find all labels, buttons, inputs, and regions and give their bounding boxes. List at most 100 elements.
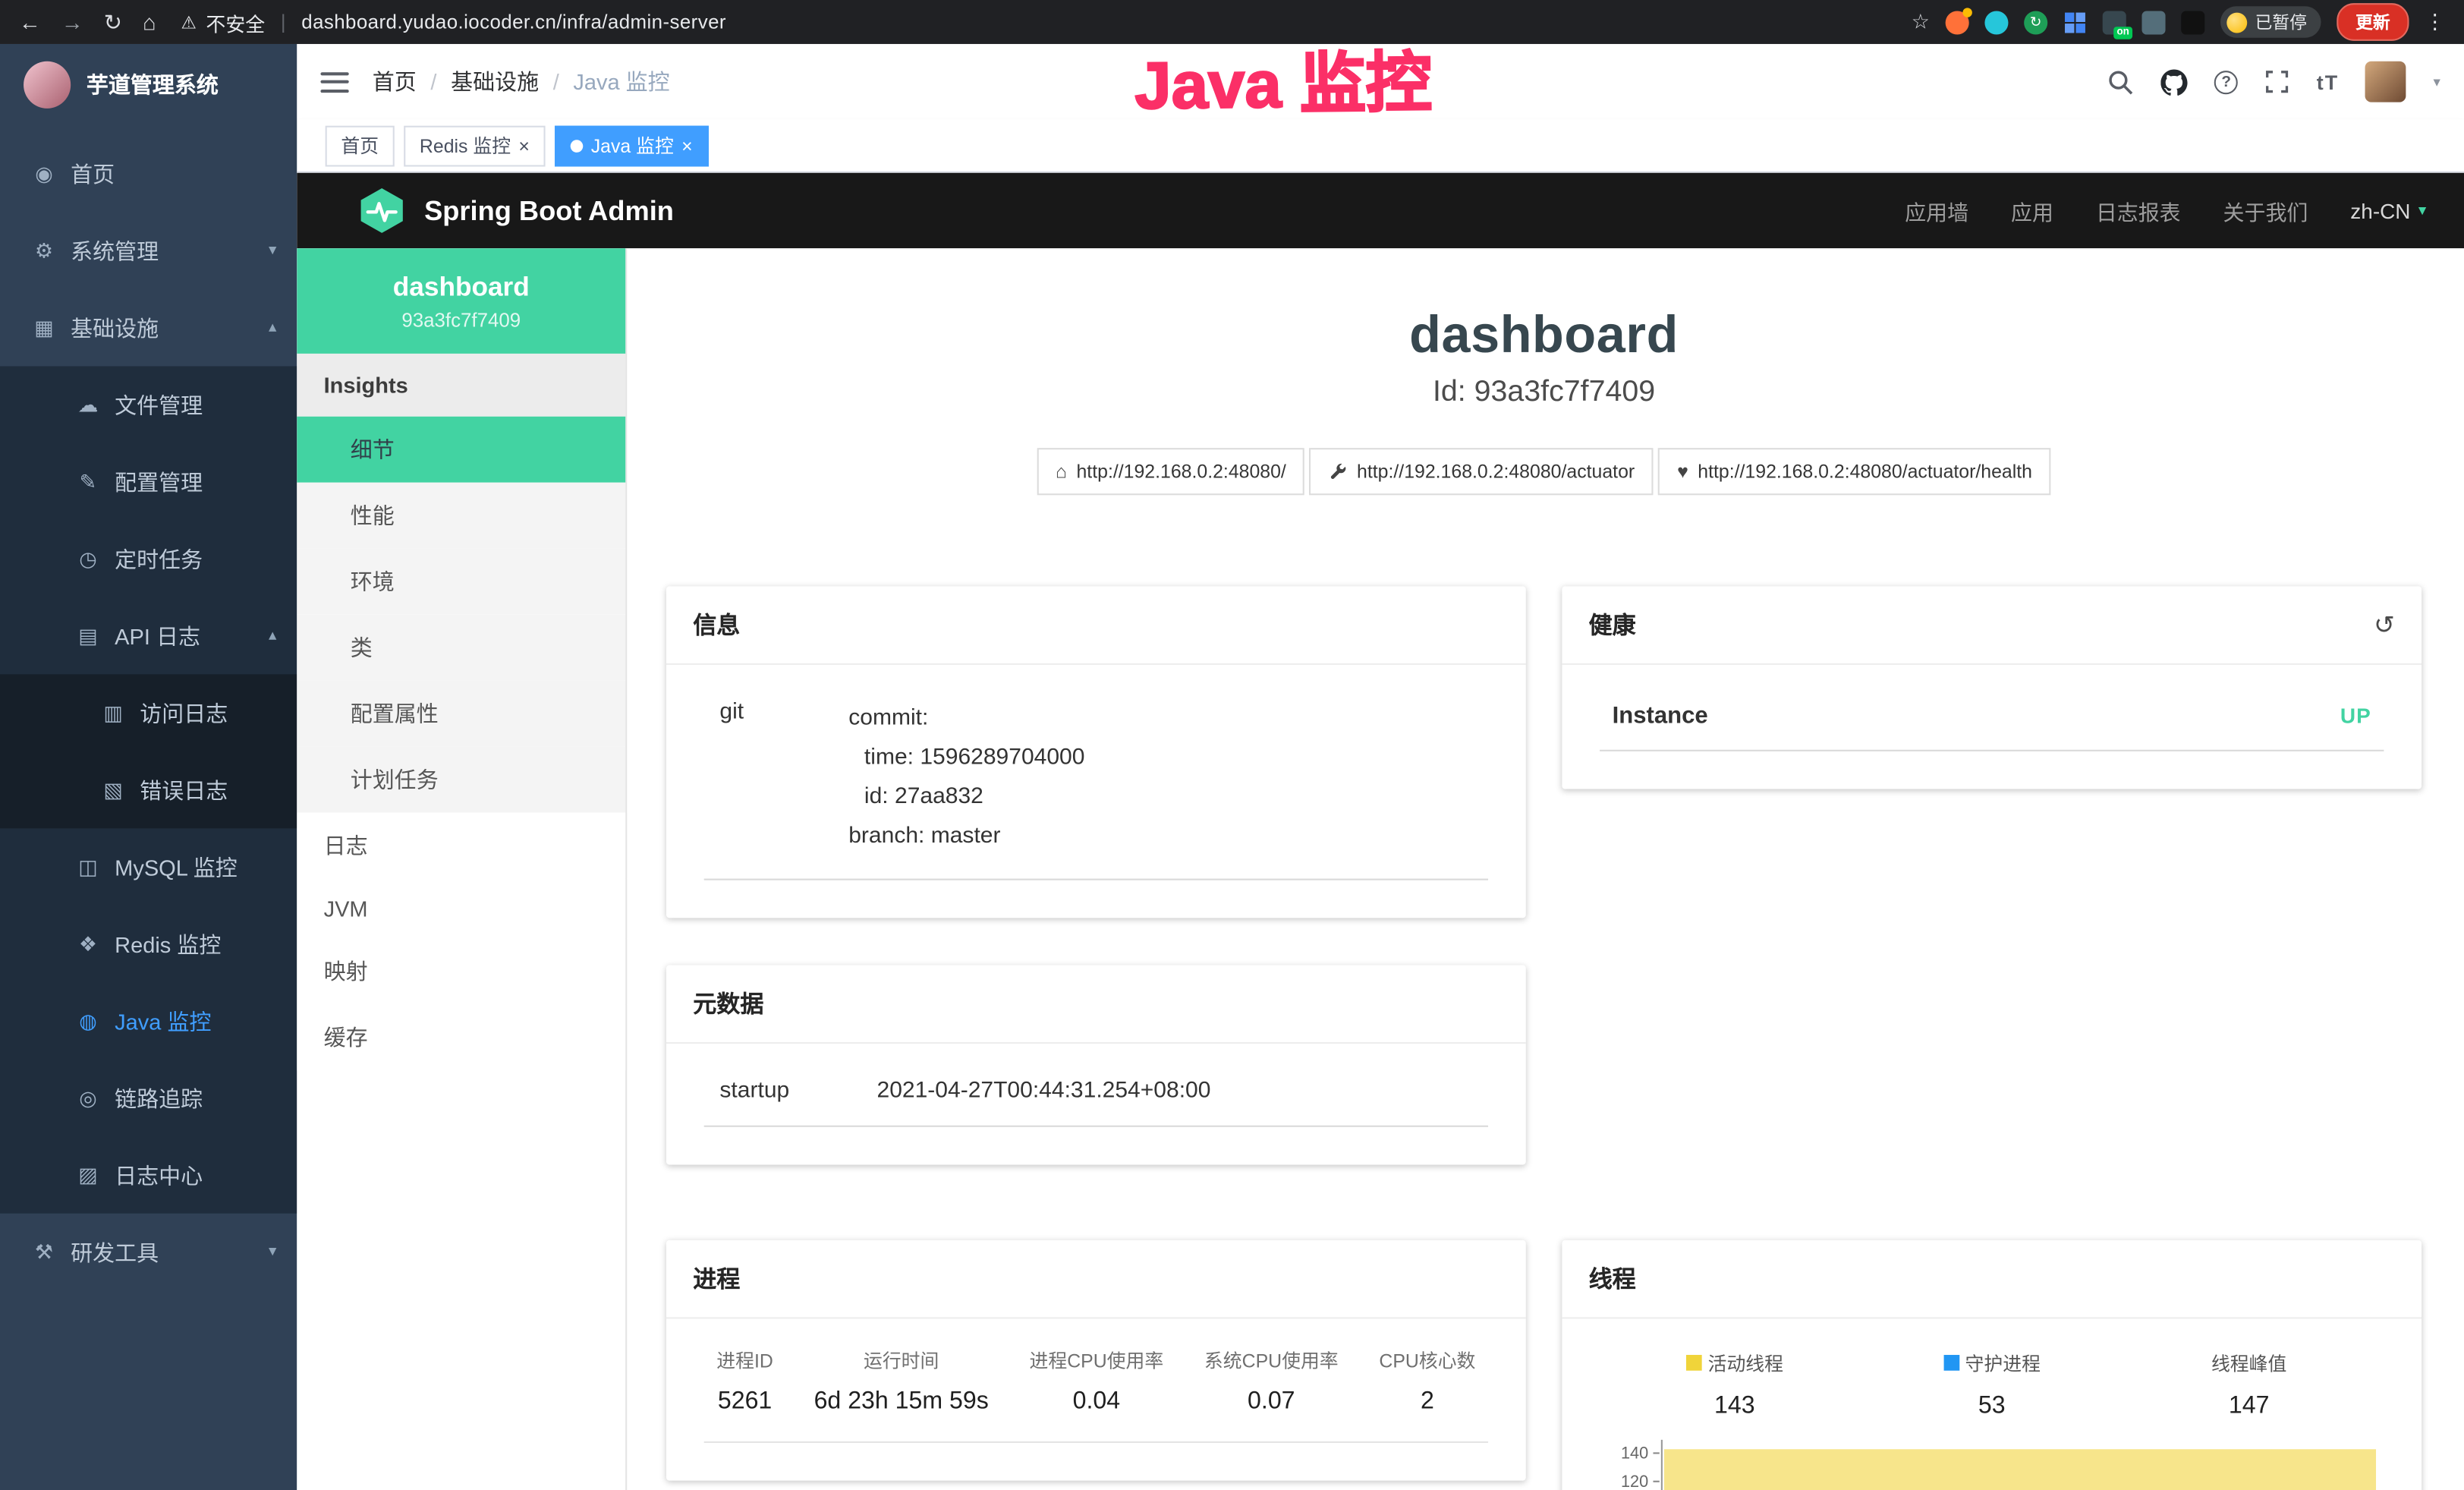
sba-logo-icon bbox=[357, 185, 407, 235]
legend-label: 守护进程 bbox=[1965, 1350, 2041, 1376]
leaf-extension-icon[interactable] bbox=[2141, 10, 2165, 33]
legend-value: 147 bbox=[2120, 1392, 2377, 1420]
proxy-extension-icon[interactable]: on bbox=[2103, 10, 2126, 33]
profile-paused-badge[interactable]: 已暂停 bbox=[2220, 6, 2321, 37]
sba-main: dashboard Id: 93a3fc7f7409 ⌂ http://192.… bbox=[627, 248, 2464, 1490]
active-tab-dot bbox=[571, 139, 584, 152]
breadcrumb-infrastructure[interactable]: 基础设施 bbox=[451, 66, 539, 97]
puzzle-extension-icon[interactable] bbox=[2181, 10, 2204, 33]
gear-icon: ⚙ bbox=[31, 238, 56, 263]
actuator-url-button[interactable]: http://192.168.0.2:48080/actuator bbox=[1310, 448, 1654, 495]
security-warning-icon: ⚠ bbox=[181, 12, 197, 33]
paused-label: 已暂停 bbox=[2255, 9, 2307, 34]
reload-icon[interactable]: ↻ bbox=[104, 8, 122, 35]
sidebar-item-home[interactable]: ◉ 首页 bbox=[0, 135, 297, 212]
stat-system-cpu: 系统CPU使用率 0.07 bbox=[1204, 1347, 1339, 1416]
sidebar-item-config-management[interactable]: ✎ 配置管理 bbox=[0, 443, 297, 520]
info-card: 信息 git commit: time: 1596289704000 id: 2… bbox=[666, 586, 1526, 917]
sba-app-id: 93a3fc7f7409 bbox=[310, 310, 613, 332]
sba-item-caches[interactable]: 缓存 bbox=[297, 1004, 625, 1070]
stat-value: 5261 bbox=[716, 1388, 773, 1416]
chrome-update-button[interactable]: 更新 bbox=[2337, 3, 2409, 41]
sba-nav-journal[interactable]: 日志报表 bbox=[2096, 195, 2181, 226]
sidebar-item-dev-tools[interactable]: ⚒ 研发工具 ▾ bbox=[0, 1214, 297, 1290]
sidebar-item-api-logs[interactable]: ▤ API 日志 ▴ bbox=[0, 597, 297, 674]
tab-redis-monitor[interactable]: Redis 监控 × bbox=[404, 125, 545, 166]
sba-nav-about[interactable]: 关于我们 bbox=[2223, 195, 2308, 226]
sidebar-item-scheduled-jobs[interactable]: ◷ 定时任务 bbox=[0, 520, 297, 597]
grid-extension-icon[interactable] bbox=[2063, 10, 2087, 33]
fullscreen-icon[interactable] bbox=[2264, 69, 2289, 94]
sba-sidebar: dashboard 93a3fc7f7409 Insights 细节 性能 环境… bbox=[297, 248, 627, 1490]
locale-label: zh-CN bbox=[2350, 199, 2410, 222]
health-card: 健康 ↺ Instance UP bbox=[1562, 586, 2422, 789]
sba-item-mappings[interactable]: 映射 bbox=[297, 938, 625, 1004]
sba-item-config-props[interactable]: 配置属性 bbox=[297, 681, 625, 747]
health-instance-row[interactable]: Instance UP bbox=[1600, 690, 2384, 751]
sidebar-item-java-monitor[interactable]: ◍ Java 监控 bbox=[0, 982, 297, 1059]
drop-extension-icon[interactable] bbox=[1984, 10, 2008, 33]
user-avatar[interactable] bbox=[2366, 61, 2407, 102]
api-logs-submenu: ▥ 访问日志 ▧ 错误日志 bbox=[0, 674, 297, 828]
threads-card-header: 线程 bbox=[1562, 1240, 2422, 1318]
live-threads-area bbox=[1664, 1449, 2376, 1490]
sidebar-item-log-center[interactable]: ▨ 日志中心 bbox=[0, 1136, 297, 1213]
sba-insights-group-label[interactable]: Insights bbox=[297, 354, 625, 417]
close-tab-icon[interactable]: × bbox=[518, 136, 530, 155]
sidebar-item-system-management[interactable]: ⚙ 系统管理 ▾ bbox=[0, 213, 297, 289]
cloud-icon: ☁ bbox=[75, 392, 100, 417]
tab-label: 首页 bbox=[341, 132, 379, 159]
tab-home[interactable]: 首页 bbox=[326, 125, 395, 166]
breadcrumb-home[interactable]: 首页 bbox=[373, 66, 417, 97]
browser-menu-icon[interactable]: ⋮ bbox=[2425, 9, 2445, 34]
tab-java-monitor[interactable]: Java 监控 × bbox=[555, 125, 708, 166]
sba-item-scheduled-tasks[interactable]: 计划任务 bbox=[297, 747, 625, 813]
git-info-row: git commit: time: 1596289704000 id: 27aa… bbox=[704, 690, 1488, 880]
sidebar-item-infrastructure[interactable]: ▦ 基础设施 ▴ bbox=[0, 289, 297, 366]
info-card-header: 信息 bbox=[666, 586, 1526, 665]
sidebar-item-error-logs[interactable]: ▧ 错误日志 bbox=[0, 751, 297, 828]
locale-selector[interactable]: zh-CN ▾ bbox=[2350, 199, 2426, 222]
search-icon[interactable] bbox=[2107, 68, 2134, 95]
legend-label: 线程峰值 bbox=[2211, 1350, 2286, 1376]
history-icon[interactable]: ↺ bbox=[2374, 609, 2395, 640]
home-icon[interactable]: ⌂ bbox=[143, 9, 156, 34]
github-icon[interactable] bbox=[2161, 68, 2188, 95]
sba-item-jvm[interactable]: JVM bbox=[297, 879, 625, 939]
sba-app-header[interactable]: dashboard 93a3fc7f7409 bbox=[297, 248, 625, 354]
sidebar-item-access-logs[interactable]: ▥ 访问日志 bbox=[0, 674, 297, 751]
sba-brand-title[interactable]: Spring Boot Admin bbox=[424, 194, 674, 227]
bookmark-star-icon[interactable]: ☆ bbox=[1912, 9, 1930, 34]
live-threads-swatch bbox=[1686, 1356, 1702, 1372]
fox-extension-icon[interactable] bbox=[1946, 10, 1969, 33]
instance-url-button[interactable]: ⌂ http://192.168.0.2:48080/ bbox=[1037, 448, 1304, 495]
hamburger-icon[interactable] bbox=[320, 71, 348, 92]
sidebar-item-file-management[interactable]: ☁ 文件管理 bbox=[0, 366, 297, 443]
forward-icon[interactable]: → bbox=[61, 9, 83, 34]
help-icon[interactable]: ? bbox=[2214, 70, 2238, 93]
health-url-button[interactable]: ♥ http://192.168.0.2:48080/actuator/heal… bbox=[1658, 448, 2051, 495]
java-monitor-icon: ◍ bbox=[75, 1008, 100, 1033]
sba-item-classes[interactable]: 类 bbox=[297, 615, 625, 681]
back-icon[interactable]: ← bbox=[19, 9, 41, 34]
address-bar[interactable]: ⚠ 不安全 | dashboard.yudao.iocoder.cn/infra… bbox=[181, 7, 726, 36]
locale-caret-icon: ▾ bbox=[2418, 202, 2426, 219]
close-tab-icon[interactable]: × bbox=[681, 136, 693, 155]
metadata-card-header: 元数据 bbox=[666, 965, 1526, 1044]
sidebar-item-mysql-monitor[interactable]: ◫ MySQL 监控 bbox=[0, 828, 297, 905]
avatar-caret-icon[interactable]: ▾ bbox=[2434, 73, 2440, 90]
process-card: 进程 进程ID 5261 运行时间 bbox=[666, 1240, 1526, 1480]
sba-item-logging[interactable]: 日志 bbox=[297, 813, 625, 879]
sba-item-environment[interactable]: 环境 bbox=[297, 549, 625, 615]
sidebar-item-trace[interactable]: ◎ 链路追踪 bbox=[0, 1060, 297, 1136]
avatar-smiley-icon bbox=[2226, 12, 2247, 33]
sync-extension-icon[interactable]: ↻ bbox=[2024, 10, 2047, 33]
chevron-down-icon: ▾ bbox=[269, 1243, 276, 1261]
sba-nav-applications[interactable]: 应用 bbox=[2011, 195, 2053, 226]
sba-item-performance[interactable]: 性能 bbox=[297, 483, 625, 549]
sba-nav-wallboard[interactable]: 应用墙 bbox=[1905, 195, 1968, 226]
sba-item-details[interactable]: 细节 bbox=[297, 417, 625, 483]
sidebar-item-redis-monitor[interactable]: ❖ Redis 监控 bbox=[0, 906, 297, 982]
metadata-card: 元数据 startup 2021-04-27T00:44:31.254+08:0… bbox=[666, 965, 1526, 1164]
text-size-icon[interactable]: tT bbox=[2317, 70, 2340, 93]
